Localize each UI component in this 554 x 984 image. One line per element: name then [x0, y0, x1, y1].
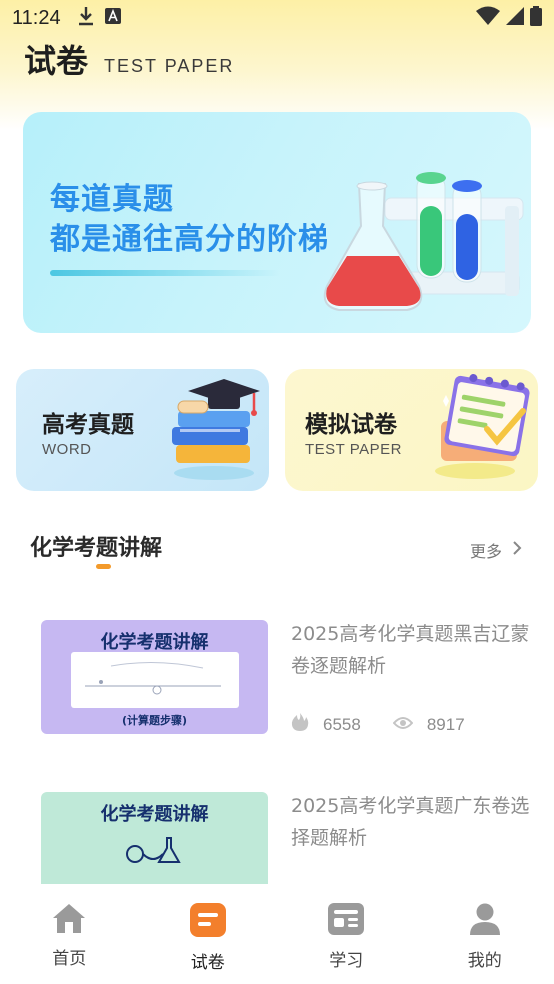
chevron-right-icon	[512, 540, 522, 560]
like-count: 6558	[323, 714, 361, 734]
section-title: 化学考题讲解	[30, 536, 163, 561]
flask-diagram-icon	[126, 837, 181, 863]
study-icon	[327, 902, 365, 940]
banner-line2: 都是通往高分的阶梯	[50, 222, 329, 257]
article-title: 2025高考化学真题广东卷选择题解析	[291, 795, 530, 849]
article-thumbnail: 化学考题讲解	[41, 792, 268, 884]
more-label: 更多	[470, 542, 503, 561]
page-subtitle: TEST PAPER	[104, 56, 235, 76]
status-bar: 11:24	[0, 0, 554, 36]
thumbnail-diagram	[71, 652, 239, 708]
eye-icon	[392, 715, 414, 735]
mock-papers-subtitle: TEST PAPER	[305, 441, 402, 458]
more-link[interactable]: 更多	[470, 538, 522, 562]
promo-banner[interactable]: 每道真题 都是通往高分的阶梯	[23, 112, 531, 333]
lab-glassware-illustration	[323, 172, 524, 311]
signal-icon	[506, 7, 524, 29]
wifi-icon	[476, 6, 500, 30]
font-a-icon	[104, 7, 121, 29]
status-time: 11:24	[12, 6, 61, 29]
battery-icon	[530, 6, 542, 30]
download-icon	[77, 6, 95, 31]
banner-line1: 每道真题	[50, 182, 174, 217]
notepad-checklist-icon	[435, 374, 530, 479]
mock-papers-card[interactable]: 模拟试卷 TEST PAPER	[285, 369, 538, 491]
gaokao-papers-card[interactable]: 高考真题 WORD	[16, 369, 269, 491]
tab-papers[interactable]: 试卷	[139, 884, 278, 984]
profile-icon	[468, 902, 502, 940]
gaokao-papers-title: 高考真题	[42, 412, 134, 438]
article-stats: 6558 8917	[291, 712, 465, 737]
home-icon	[51, 902, 87, 938]
tab-profile-label: 我的	[467, 951, 502, 971]
flame-icon	[291, 712, 309, 737]
tab-papers-label: 试卷	[190, 953, 225, 973]
tab-home-label: 首页	[52, 949, 87, 969]
thumbnail-title: 化学考题讲解	[100, 804, 209, 825]
gaokao-papers-subtitle: WORD	[42, 441, 92, 458]
view-count: 8917	[426, 714, 465, 734]
mock-papers-title: 模拟试卷	[305, 412, 397, 438]
list-item[interactable]: 化学考题讲解 (计算题步骤) 2025高考化学真题黑吉辽蒙卷逐题解析 6558 …	[0, 600, 554, 760]
paper-icon	[189, 902, 227, 942]
books-graduation-cap-icon	[172, 379, 260, 480]
thumbnail-title: 化学考题讲解	[100, 632, 209, 653]
page-header: 试卷 TEST PAPER	[24, 36, 234, 82]
tab-home[interactable]: 首页	[0, 884, 139, 984]
bottom-tab-bar: 首页 试卷 学习 我的	[0, 884, 554, 984]
banner-decoration-bar	[50, 270, 280, 276]
list-item[interactable]: 化学考题讲解 2025高考化学真题广东卷选择题解析	[0, 772, 554, 884]
tab-study[interactable]: 学习	[277, 884, 416, 984]
tab-profile[interactable]: 我的	[416, 884, 554, 984]
thumbnail-caption: (计算题步骤)	[121, 714, 188, 727]
page-title: 试卷	[24, 42, 89, 80]
article-title: 2025高考化学真题黑吉辽蒙卷逐题解析	[291, 623, 530, 677]
tab-study-label: 学习	[329, 951, 364, 971]
section-underline	[96, 564, 111, 569]
article-thumbnail: 化学考题讲解 (计算题步骤)	[41, 620, 268, 734]
